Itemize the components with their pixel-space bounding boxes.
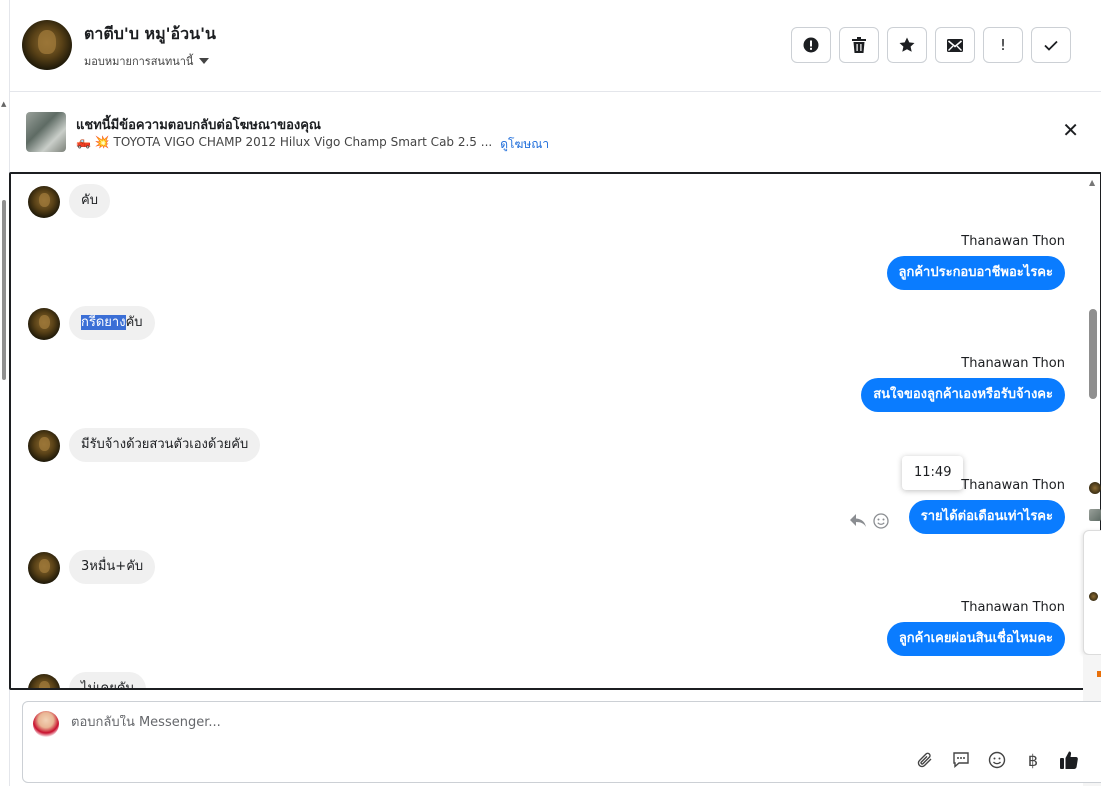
mark-done-button[interactable] bbox=[1031, 27, 1071, 63]
header-actions: ! bbox=[791, 27, 1071, 63]
incoming-bubble[interactable]: 3หมื่น+คับ bbox=[69, 550, 156, 584]
ad-thumbnail-mini[interactable] bbox=[1089, 509, 1101, 521]
ad-reply-banner: แชทนี้มีข้อความตอบกลับต่อโฆษณาของคุณ 🛻 💥… bbox=[10, 92, 1101, 172]
caret-down-icon bbox=[199, 58, 210, 64]
message-hover-actions bbox=[849, 513, 889, 529]
ad-banner-title: แชทนี้มีข้อความตอบกลับต่อโฆษณาของคุณ bbox=[76, 118, 321, 133]
contact-avatar-mini bbox=[1089, 592, 1098, 601]
orange-marker bbox=[1097, 671, 1101, 677]
reply-input[interactable] bbox=[71, 715, 771, 730]
star-icon bbox=[899, 37, 915, 52]
contact-name[interactable]: ตาตีบ'บ หมู'อ้วน'น bbox=[84, 22, 216, 47]
contact-avatar-small bbox=[28, 308, 60, 340]
assign-conversation-dropdown[interactable]: มอบหมายการสนทนานี้ bbox=[84, 52, 210, 70]
outgoing-bubble[interactable]: ลูกค้าเคยผ่อนสินเชื่อไหมคะ bbox=[886, 622, 1065, 656]
report-icon bbox=[803, 37, 819, 53]
side-panel-peek[interactable] bbox=[1083, 530, 1101, 655]
ad-banner-subtitle: 🛻 💥 TOYOTA VIGO CHAMP 2012 Hilux Vigo Ch… bbox=[76, 135, 549, 154]
saved-replies-button[interactable] bbox=[949, 748, 973, 772]
contact-avatar[interactable] bbox=[22, 20, 72, 70]
incoming-bubble[interactable]: ไม่เคยคับ bbox=[69, 672, 146, 688]
saved-reply-icon bbox=[953, 752, 969, 769]
inbox-conversation-view: ▲ ตาตีบ'บ หมู'อ้วน'น มอบหมายการสนทนานี้ … bbox=[0, 0, 1101, 786]
message-text: คับ bbox=[125, 315, 143, 330]
contact-avatar-small bbox=[28, 674, 60, 688]
outgoing-bubble[interactable]: สนใจของลูกค้าเองหรือรับจ้างคะ bbox=[861, 378, 1065, 412]
like-button[interactable] bbox=[1057, 748, 1081, 772]
trash-icon bbox=[852, 37, 866, 53]
composer-toolbar: ฿ bbox=[913, 748, 1081, 772]
delete-button[interactable] bbox=[839, 27, 879, 63]
star-button[interactable] bbox=[887, 27, 927, 63]
ad-name: 🛻 💥 TOYOTA VIGO CHAMP 2012 Hilux Vigo Ch… bbox=[76, 135, 493, 149]
contact-avatar-small bbox=[28, 186, 60, 218]
scroll-up-arrow-icon[interactable]: ▲ bbox=[1, 100, 6, 108]
mark-unread-button[interactable] bbox=[935, 27, 975, 63]
reply-icon[interactable] bbox=[849, 513, 867, 529]
message-thread[interactable]: คับ Thanawan Thon ลูกค้าประกอบอาชีพอะไรค… bbox=[9, 172, 1101, 690]
mark-follow-up-button[interactable]: ! bbox=[983, 27, 1023, 63]
sender-name: Thanawan Thon bbox=[961, 600, 1065, 615]
outgoing-bubble[interactable]: ลูกค้าประกอบอาชีพอะไรคะ bbox=[886, 256, 1065, 290]
sender-name: Thanawan Thon bbox=[961, 234, 1065, 249]
attach-button[interactable] bbox=[913, 748, 937, 772]
selected-text: กรีดยาง bbox=[81, 315, 126, 330]
scrollbar-thumb[interactable] bbox=[1089, 309, 1097, 399]
envelope-icon bbox=[947, 38, 963, 52]
incoming-bubble[interactable]: คับ bbox=[69, 184, 110, 218]
assign-label: มอบหมายการสนทนานี้ bbox=[84, 55, 194, 68]
contact-avatar-small bbox=[28, 552, 60, 584]
baht-icon: ฿ bbox=[1027, 750, 1039, 770]
report-button[interactable] bbox=[791, 27, 831, 63]
view-ad-link[interactable]: ดูโฆษณา bbox=[500, 135, 549, 154]
thumbs-up-icon bbox=[1060, 751, 1078, 769]
conversation-header: ตาตีบ'บ หมู'อ้วน'น มอบหมายการสนทนานี้ ! bbox=[10, 0, 1101, 92]
close-icon[interactable]: ✕ bbox=[1062, 120, 1079, 140]
payment-button[interactable]: ฿ bbox=[1021, 748, 1045, 772]
outgoing-bubble[interactable]: รายได้ต่อเดือนเท่าไรคะ bbox=[908, 500, 1065, 534]
contact-avatar-mini[interactable] bbox=[1089, 482, 1101, 494]
scroll-up-arrow-icon[interactable]: ▲ bbox=[1089, 178, 1095, 187]
ad-thumbnail[interactable] bbox=[26, 112, 66, 152]
paperclip-icon bbox=[917, 752, 932, 768]
emoji-reaction-icon[interactable] bbox=[873, 513, 889, 529]
page-avatar bbox=[33, 711, 59, 737]
emoji-button[interactable] bbox=[985, 748, 1009, 772]
timestamp-tooltip: 11:49 bbox=[902, 456, 964, 490]
emoji-icon bbox=[988, 751, 1006, 769]
exclamation-icon: ! bbox=[999, 36, 1006, 54]
contact-avatar-small bbox=[28, 430, 60, 462]
sender-name: Thanawan Thon bbox=[961, 356, 1065, 371]
sender-name: Thanawan Thon bbox=[961, 478, 1065, 493]
scrollbar-thumb[interactable] bbox=[2, 200, 6, 380]
incoming-bubble[interactable]: กรีดยางคับ bbox=[69, 306, 155, 340]
incoming-bubble[interactable]: มีรับจ้างด้วยสวนตัวเองด้วยคับ bbox=[69, 428, 261, 462]
reply-composer: ฿ bbox=[22, 701, 1101, 783]
check-icon bbox=[1044, 40, 1058, 51]
